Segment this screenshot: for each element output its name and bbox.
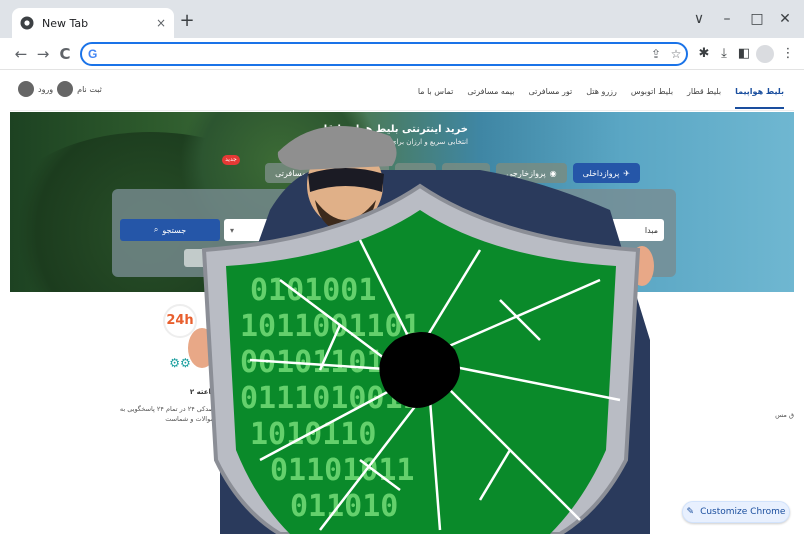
hero-subtitle: انتخابی سریع و ارزان برای خرید و رزرو (353, 138, 468, 146)
account-area[interactable]: ورود ثبت نام (18, 81, 102, 97)
nav-insurance[interactable]: بیمه مسافرتی (467, 73, 514, 110)
tab-insurance[interactable]: ☂ بیمه‌مسافرتی (265, 163, 341, 183)
hero-banner: خرید اینترنتی بلیط هواپیما قا انتخابی سر… (10, 112, 794, 292)
tab-strip: New Tab × + ∨ – □ ✕ (0, 0, 804, 38)
tab-train[interactable]: ▣ قطار (441, 163, 491, 183)
web-page: بلیط هواپیما بلیط قطار بلیط اتوبوس رزرو … (10, 71, 794, 534)
nav-hotel[interactable]: رزرو هتل (586, 73, 617, 110)
forward-button[interactable]: → (32, 43, 54, 65)
bus-icon: ▤ (418, 168, 426, 178)
dest-dropdown-icon: ▾ (230, 225, 235, 235)
tab-search-icon[interactable]: ∨ (688, 8, 710, 30)
site-navbar: بلیط هواپیما بلیط قطار بلیط اتوبوس رزرو … (10, 71, 794, 111)
site-nav-links: بلیط هواپیما بلیط قطار بلیط اتوبوس رزرو … (418, 71, 784, 111)
browser-toolbar: ← → C G ⇪ ☆ ✱ ⤓ ◧ ⋮ (0, 38, 804, 70)
chrome-icon (20, 16, 34, 30)
google-icon: G (88, 47, 98, 61)
feature-right-text: ق مس (775, 411, 794, 419)
share-icon[interactable]: ⇪ (646, 47, 666, 61)
flight-search-form: مبدا ▾ مقصد ⌕ جستجو (112, 189, 676, 277)
tab-title: New Tab (42, 16, 89, 30)
nav-tour[interactable]: تور مسافرتی (528, 73, 572, 110)
plane-icon: ✈ (623, 168, 630, 178)
clock-24h-icon: 24h (163, 304, 197, 338)
address-input[interactable] (103, 47, 646, 61)
download-icon[interactable]: ⤓ (714, 44, 734, 64)
search-icon: ⌕ (153, 225, 159, 234)
side-panel-icon[interactable]: ◧ (734, 44, 754, 64)
support-feature: 24h ⚙⚙ (150, 304, 210, 370)
tab-new-tab[interactable]: New Tab × (12, 8, 174, 38)
origin-field[interactable]: مبدا (560, 219, 664, 241)
destination-field[interactable]: ▾ مقصد (224, 219, 344, 241)
address-bar[interactable]: G ⇪ ☆ (80, 42, 688, 66)
minimize-button[interactable]: – (716, 8, 738, 30)
bookmark-star-icon[interactable]: ☆ (666, 47, 686, 61)
extensions-icon[interactable]: ✱ (694, 44, 714, 64)
destination-placeholder: مقصد (318, 225, 338, 235)
signup-link[interactable]: ثبت نام (77, 85, 102, 94)
close-window-button[interactable]: ✕ (774, 8, 796, 30)
profile-avatar[interactable] (756, 45, 774, 63)
service-tabs: ✈ پروازداخلی ◉ پروازخارجی ▣ قطار ▤ ات ▦ … (150, 163, 640, 183)
gears-icon: ⚙⚙ (169, 356, 191, 370)
nav-train[interactable]: بلیط قطار (687, 73, 721, 110)
pencil-icon: ✎ (686, 507, 695, 517)
reload-button[interactable]: C (54, 43, 76, 65)
maximize-button[interactable]: □ (746, 8, 768, 30)
nav-flight[interactable]: بلیط هواپیما (735, 73, 784, 109)
feature-title: ۲ ساعته (189, 388, 218, 396)
tab-domestic-flight[interactable]: ✈ پروازداخلی (572, 163, 640, 183)
tab-tour[interactable]: ▦ تور (346, 163, 389, 183)
nav-bus[interactable]: بلیط اتوبوس (631, 73, 673, 110)
features-section: 24h ⚙⚙ ۲ ساعته ناصدکی ۲۴ در تمام ۲۴ پاسخ… (10, 296, 794, 534)
globe-icon: ◉ (549, 168, 557, 178)
hero-title: خرید اینترنتی بلیط هواپیما قا (323, 124, 468, 135)
tab-close-icon[interactable]: × (156, 16, 166, 30)
tab-bus[interactable]: ▤ ات (394, 163, 436, 183)
back-button[interactable]: ← (10, 43, 32, 65)
login-link[interactable]: ورود (38, 85, 53, 94)
departure-date-field[interactable] (184, 249, 304, 267)
train-icon: ▣ (472, 168, 481, 178)
umbrella-icon: ☂ (323, 168, 331, 178)
menu-icon[interactable]: ⋮ (778, 44, 798, 64)
signup-user-icon (57, 81, 74, 97)
customize-chrome-button[interactable]: ✎ Customize Chrome (682, 501, 790, 523)
tab-international-flight[interactable]: ◉ پروازخارجی (496, 163, 567, 183)
feature-body: ناصدکی ۲۴ در تمام ۲۴ پاسخگویی به سوالات … (119, 405, 218, 423)
login-user-icon (18, 81, 34, 97)
new-badge: جدید (222, 155, 240, 165)
search-button[interactable]: ⌕ جستجو (120, 219, 220, 241)
suitcase-icon: ▦ (371, 168, 379, 178)
nav-contact[interactable]: تماس با ما (418, 73, 454, 110)
new-tab-button[interactable]: + (176, 10, 198, 32)
